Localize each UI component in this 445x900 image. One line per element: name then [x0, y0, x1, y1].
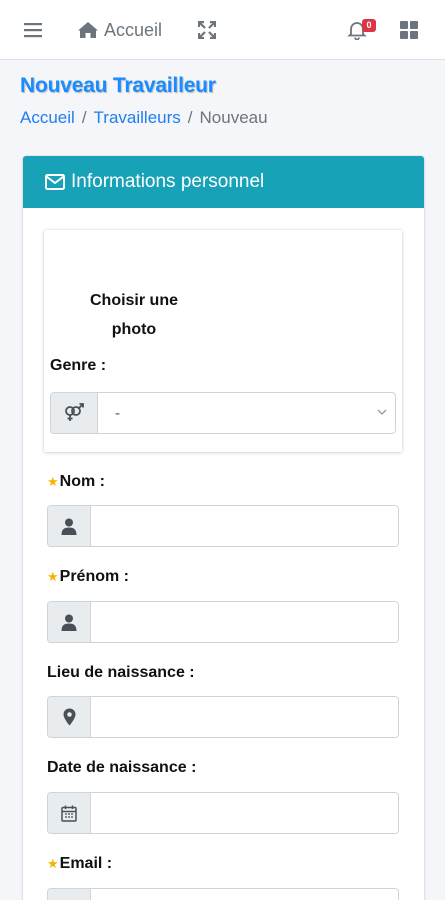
date-naissance-input[interactable]	[91, 793, 398, 833]
expand-icon	[198, 21, 216, 39]
lieu-naissance-field-group	[47, 696, 399, 738]
breadcrumb-workers-link[interactable]: Travailleurs	[94, 108, 181, 127]
email-label: ★Email :	[47, 855, 112, 873]
breadcrumb-separator: /	[81, 108, 87, 127]
genre-value: -	[115, 404, 120, 422]
envelope-icon	[45, 174, 65, 190]
breadcrumb-separator: /	[187, 108, 193, 127]
home-link[interactable]: Accueil	[77, 0, 162, 60]
bars-icon	[24, 23, 42, 38]
home-link-label: Accueil	[104, 19, 163, 40]
genre-label: Genre :	[50, 357, 107, 374]
lieu-naissance-label-text: Lieu de naissance :	[47, 664, 195, 681]
lieu-naissance-input[interactable]	[91, 697, 398, 737]
notifications-button[interactable]: 0	[347, 0, 376, 60]
nom-field-group	[47, 505, 399, 547]
required-star-icon: ★	[47, 474, 59, 489]
email-addon	[48, 889, 91, 900]
apps-button[interactable]	[400, 0, 418, 60]
top-navbar: Accueil 0	[0, 0, 445, 60]
menu-toggle-button[interactable]	[24, 0, 42, 60]
genre-selected-value: -	[98, 393, 395, 433]
breadcrumb: Accueil / Travailleurs / Nouveau	[20, 108, 268, 128]
required-star-icon: ★	[47, 569, 59, 584]
prenom-label-text: Prénom :	[59, 568, 129, 585]
prenom-label: ★Prénom :	[47, 568, 129, 586]
nom-label-text: Nom :	[59, 473, 105, 490]
personal-info-card: Informations personnel Choisir une photo…	[23, 156, 424, 900]
nom-label: ★Nom :	[47, 473, 105, 491]
email-input[interactable]	[91, 889, 398, 900]
breadcrumb-home-link[interactable]: Accueil	[20, 108, 75, 127]
user-icon	[61, 518, 77, 535]
email-label-text: Email :	[59, 855, 113, 872]
prenom-input[interactable]	[91, 602, 398, 642]
notification-count-badge: 0	[362, 19, 376, 32]
date-naissance-addon	[48, 793, 91, 833]
date-naissance-label: Date de naissance :	[47, 759, 196, 777]
prenom-addon	[48, 602, 91, 642]
nom-addon	[48, 506, 91, 546]
email-field-group	[47, 888, 399, 900]
nom-input[interactable]	[91, 506, 398, 546]
lieu-naissance-label: Lieu de naissance :	[47, 664, 195, 682]
choose-photo-button[interactable]: Choisir une photo	[74, 286, 194, 344]
required-star-icon: ★	[47, 856, 59, 871]
card-title: Informations personnel	[71, 171, 265, 192]
prenom-field-group	[47, 601, 399, 643]
fullscreen-button[interactable]	[198, 0, 216, 60]
user-icon	[61, 614, 77, 631]
lieu-naissance-addon	[48, 697, 91, 737]
home-icon	[78, 22, 98, 38]
genre-select[interactable]: -	[50, 392, 396, 434]
map-marker-icon	[63, 708, 75, 726]
page-title: Nouveau Travailleur	[20, 74, 216, 97]
breadcrumb-current: Nouveau	[199, 108, 268, 127]
card-header: Informations personnel	[23, 156, 424, 208]
photo-section: Choisir une photo Genre : -	[44, 230, 402, 452]
venus-mars-icon	[65, 403, 84, 421]
chevron-down-icon	[377, 409, 387, 415]
date-naissance-label-text: Date de naissance :	[47, 759, 197, 776]
calendar-icon	[61, 805, 77, 822]
date-naissance-field-group	[47, 792, 399, 834]
genre-addon	[51, 393, 98, 433]
grid-icon	[400, 21, 418, 39]
